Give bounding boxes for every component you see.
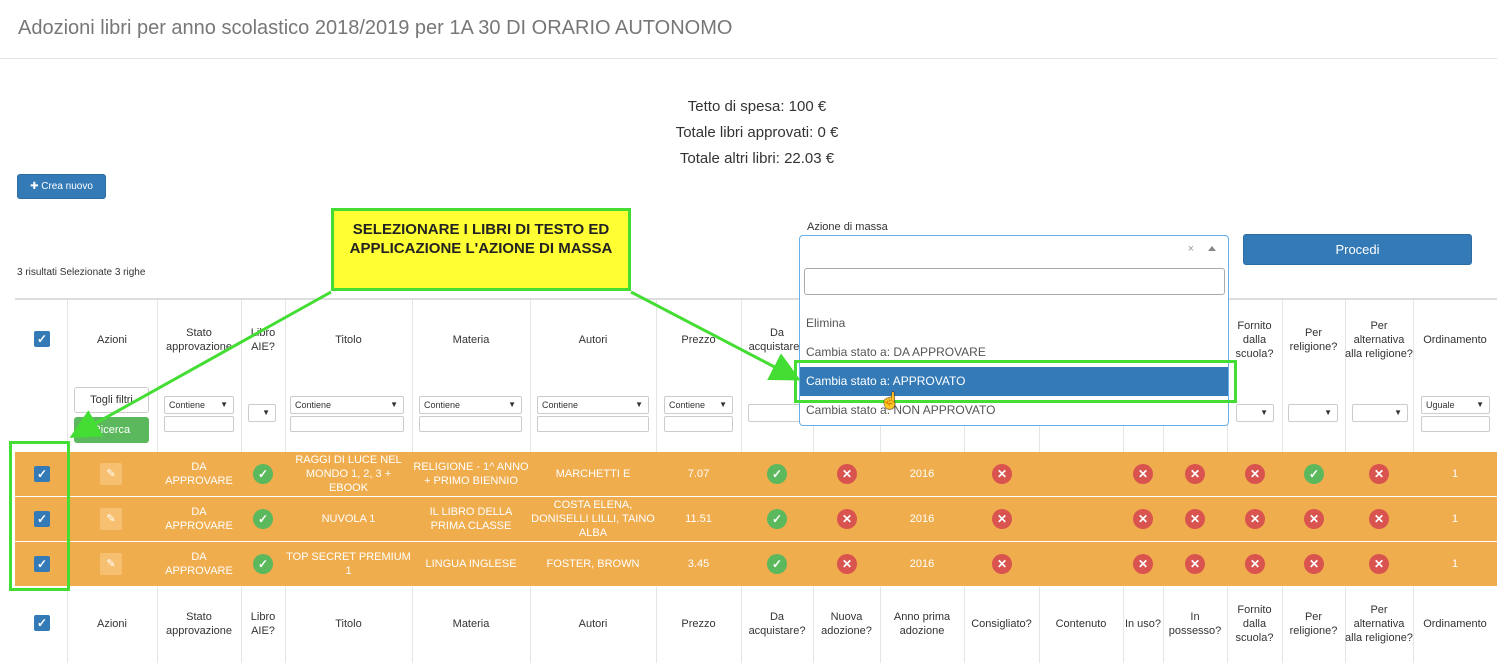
hand-cursor-icon: ☝ <box>880 393 900 410</box>
arrow-to-checkboxes <box>69 290 332 438</box>
arrow-to-option <box>630 290 801 381</box>
arrows <box>69 290 801 438</box>
